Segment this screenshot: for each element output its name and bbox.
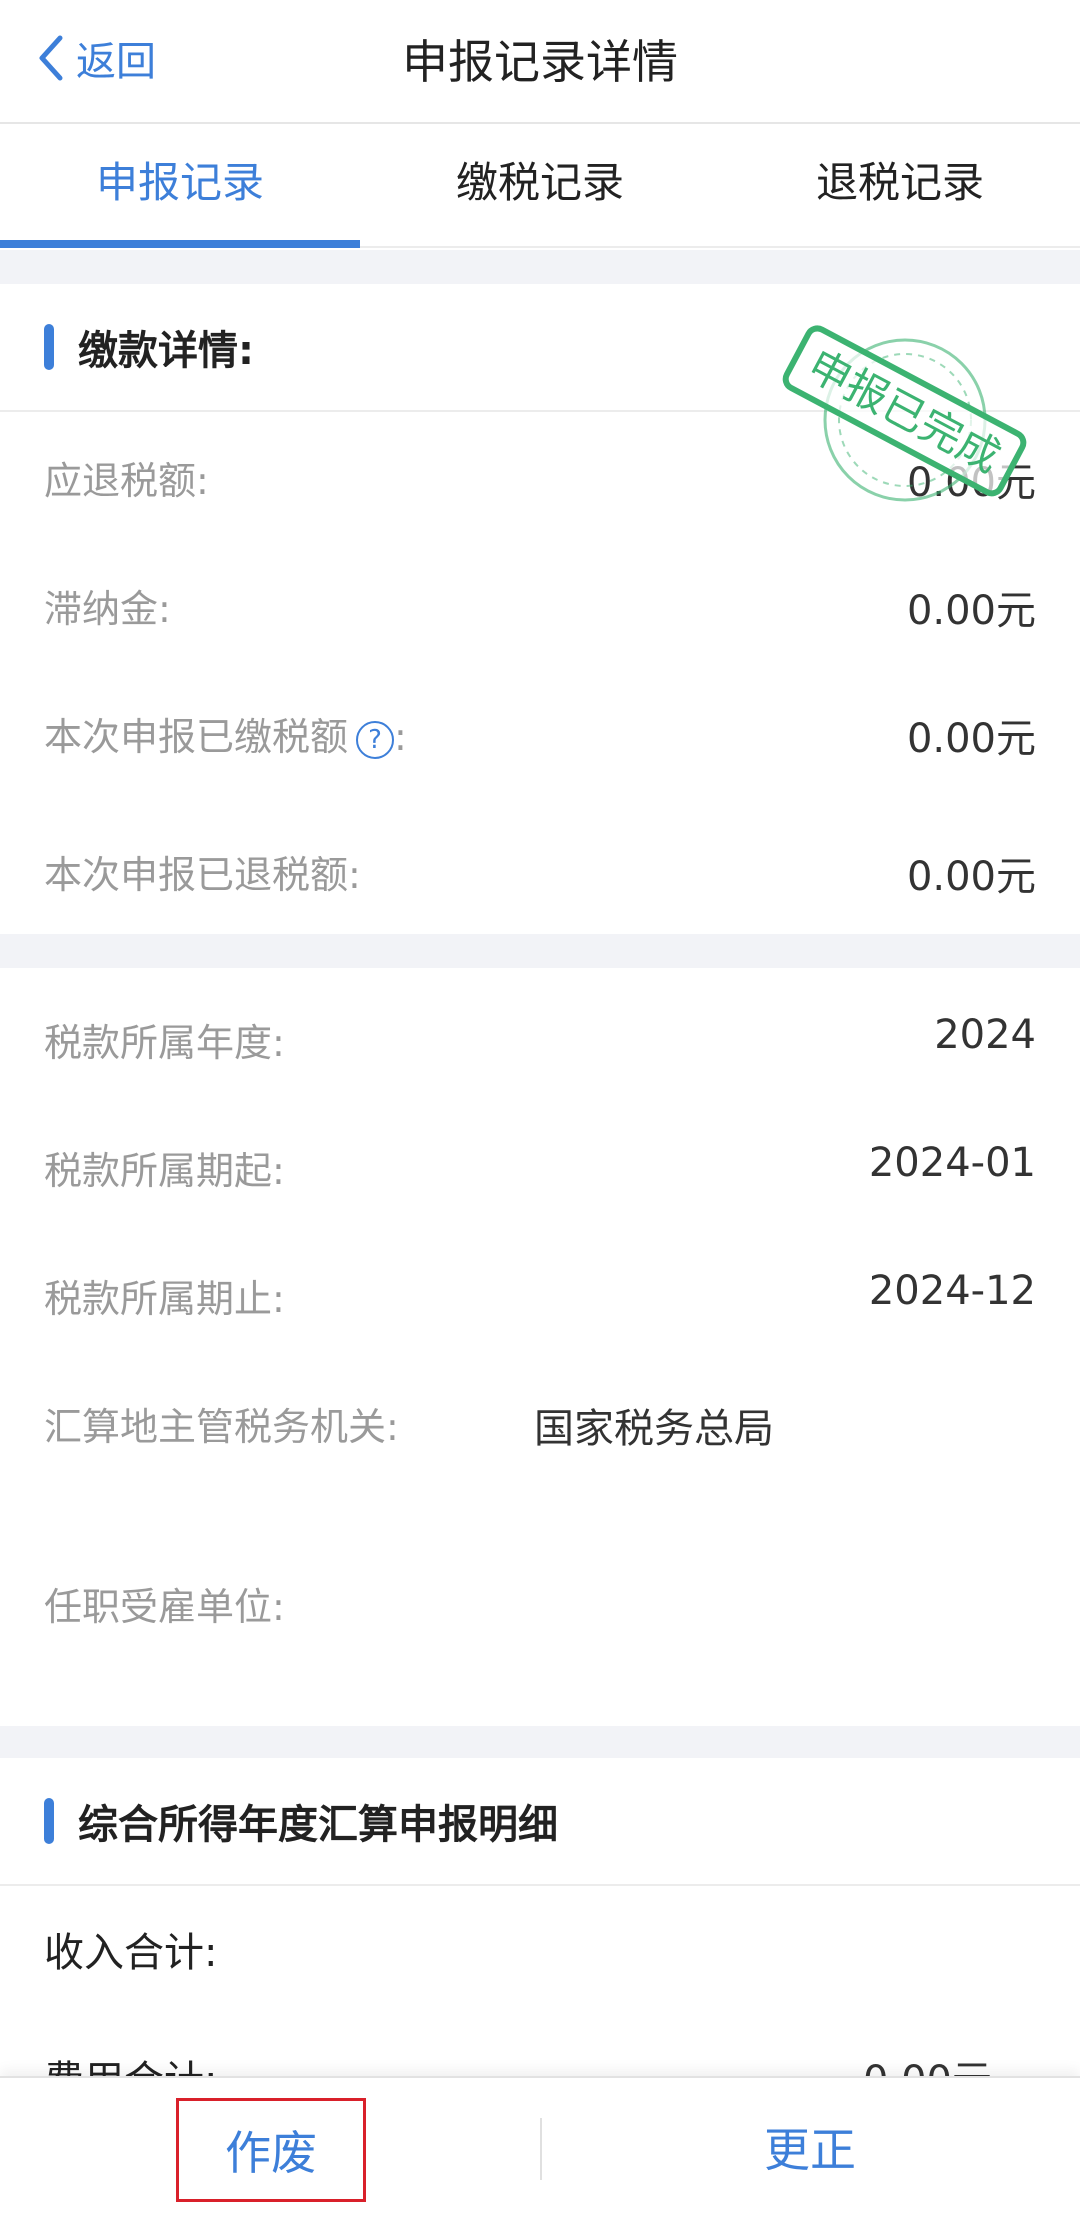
period-end-row: 税款所属期止: 2024-12: [0, 1258, 1080, 1338]
refund-due-label: 应退税额:: [44, 459, 209, 503]
employer-row: 任职受雇单位:: [0, 1566, 1080, 1646]
period-start-value: 2024-01: [868, 1140, 1036, 1186]
paid-tax-row: 本次申报已缴税额?: 0.00元: [0, 696, 1080, 776]
refund-due-value: 0.00元: [906, 460, 1036, 506]
tab-bar: 申报记录 缴税记录 退税记录: [0, 124, 1080, 248]
late-fee-value: 0.00元: [906, 588, 1036, 634]
section-header: 缴款详情:: [0, 284, 1080, 412]
tab-refund-records[interactable]: 退税记录: [720, 124, 1080, 246]
paid-tax-value: 0.00元: [906, 716, 1036, 762]
refunded-tax-label: 本次申报已退税额:: [44, 853, 361, 897]
section-gap: [0, 250, 1080, 284]
section-header: 综合所得年度汇算申报明细: [0, 1758, 1080, 1886]
section-title: 综合所得年度汇算申报明细: [78, 1802, 558, 1848]
refunded-tax-value: 0.00元: [906, 854, 1036, 900]
employer-label: 任职受雇单位:: [44, 1585, 285, 1629]
button-divider: [540, 2118, 542, 2180]
tax-authority-value: 国家税务总局: [534, 1406, 774, 1452]
section-accent-bar: [44, 324, 54, 370]
tax-year-row: 税款所属年度: 2024: [0, 1002, 1080, 1082]
period-end-label: 税款所属期止:: [44, 1277, 285, 1321]
refunded-tax-row: 本次申报已退税额: 0.00元: [0, 834, 1080, 914]
paid-tax-label-text: 本次申报已缴税额: [44, 715, 349, 759]
tax-year-value: 2024: [934, 1012, 1036, 1058]
refund-due-row: 应退税额: 0.00元: [0, 440, 1080, 520]
income-total-row: 收入合计:: [0, 1912, 1080, 1992]
period-end-value: 2024-12: [868, 1268, 1036, 1314]
tab-payment-records[interactable]: 缴税记录: [360, 124, 720, 246]
section-gap: [0, 934, 1080, 968]
page-title: 申报记录详情: [402, 35, 678, 89]
void-button[interactable]: 作废: [176, 2098, 366, 2202]
question-circle-icon[interactable]: ?: [356, 720, 395, 759]
late-fee-row: 滞纳金: 0.00元: [0, 568, 1080, 648]
bottom-action-bar: 作废 更正: [0, 2076, 1080, 2238]
section-accent-bar: [44, 1798, 54, 1844]
section-title: 缴款详情:: [78, 328, 254, 374]
late-fee-label: 滞纳金:: [44, 587, 171, 631]
correct-button[interactable]: 更正: [710, 2098, 910, 2202]
period-start-row: 税款所属期起: 2024-01: [0, 1130, 1080, 1210]
tab-declaration-records[interactable]: 申报记录: [0, 124, 360, 248]
navigation-bar: 返回 申报记录详情: [0, 0, 1080, 124]
section-gap: [0, 1726, 1080, 1758]
income-total-label: 收入合计:: [44, 1930, 218, 1976]
tax-authority-label: 汇算地主管税务机关:: [44, 1405, 399, 1449]
tax-year-label: 税款所属年度:: [44, 1021, 285, 1065]
tax-authority-row: 汇算地主管税务机关: 国家税务总局: [0, 1386, 1080, 1466]
period-start-label: 税款所属期起:: [44, 1149, 285, 1193]
paid-tax-label: 本次申报已缴税额?:: [44, 706, 407, 761]
paid-tax-label-colon: :: [394, 715, 407, 759]
